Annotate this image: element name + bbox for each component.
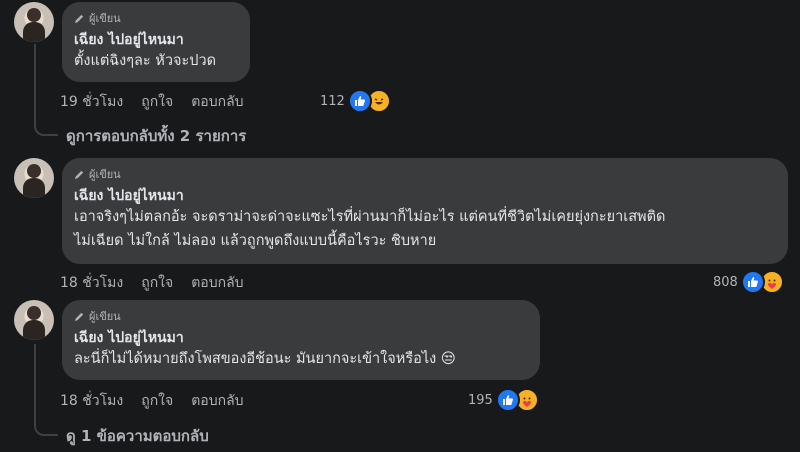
reply-connector	[34, 424, 58, 436]
avatar[interactable]	[14, 300, 54, 340]
like-icon	[740, 270, 765, 294]
reaction-summary[interactable]: 808	[713, 270, 784, 294]
like-icon	[347, 89, 372, 113]
comment-author[interactable]: เฉียง ไปอยู่ไหนมา	[74, 187, 776, 205]
reaction-summary[interactable]: 195	[468, 388, 539, 412]
author-badge-label: ผู้เขียน	[89, 12, 121, 25]
comment-actions: 18 ชั่วโมง ถูกใจ ตอบกลับ	[60, 390, 244, 412]
author-badge-label: ผู้เขียน	[89, 310, 121, 323]
author-badge-label: ผู้เขียน	[89, 168, 121, 181]
pencil-icon	[74, 14, 84, 23]
comment-bubble: ผู้เขียน เฉียง ไปอยู่ไหนมา เอาจริงๆไม่ตล…	[62, 158, 788, 264]
author-badge: ผู้เขียน	[74, 166, 776, 182]
thread-line	[34, 44, 36, 124]
comment-actions: 19 ชั่วโมง ถูกใจ ตอบกลับ	[60, 91, 244, 113]
comment-text: ละนี่ก็ไม่ได้หมายถึงโพสของอีช้อนะ มันยาก…	[74, 351, 456, 367]
comment-text-line: ไม่เฉียด ไม่ใกล้ ไม่ลอง แล้วถูกพูดถึงแบบ…	[74, 233, 437, 249]
reply-button[interactable]: ตอบกลับ	[191, 272, 243, 294]
like-button[interactable]: ถูกใจ	[141, 272, 173, 294]
pencil-icon	[74, 170, 84, 179]
like-button[interactable]: ถูกใจ	[141, 91, 173, 113]
comment-timestamp[interactable]: 18 ชั่วโมง	[60, 390, 123, 412]
author-badge: ผู้เขียน	[74, 10, 238, 26]
comment-author[interactable]: เฉียง ไปอยู่ไหนมา	[74, 329, 528, 347]
author-badge: ผู้เขียน	[74, 308, 528, 324]
comment-timestamp[interactable]: 18 ชั่วโมง	[60, 272, 123, 294]
comment-bubble: ผู้เขียน เฉียง ไปอยู่ไหนมา ละนี่ก็ไม่ได้…	[62, 300, 540, 380]
comment-timestamp[interactable]: 19 ชั่วโมง	[60, 91, 123, 113]
view-replies-link[interactable]: ดู 1 ข้อความตอบกลับ	[66, 424, 209, 448]
like-icon	[495, 388, 520, 412]
pencil-icon	[74, 312, 84, 321]
comment-actions: 18 ชั่วโมง ถูกใจ ตอบกลับ	[60, 272, 244, 294]
reaction-count: 195	[468, 392, 493, 408]
avatar[interactable]	[14, 158, 54, 198]
view-replies-link[interactable]: ดูการตอบกลับทั้ง 2 รายการ	[66, 124, 246, 148]
reaction-summary[interactable]: 112	[320, 89, 391, 113]
reaction-count: 112	[320, 93, 345, 109]
like-button[interactable]: ถูกใจ	[141, 390, 173, 412]
comment-text: ตั้งแต่ฉิงๆละ หัวจะปวด	[74, 53, 217, 69]
reply-button[interactable]: ตอบกลับ	[191, 91, 243, 113]
reply-button[interactable]: ตอบกลับ	[191, 390, 243, 412]
thread-line	[34, 344, 36, 424]
reply-connector	[34, 124, 58, 136]
comment-author[interactable]: เฉียง ไปอยู่ไหนมา	[74, 31, 238, 49]
comment-bubble: ผู้เขียน เฉียง ไปอยู่ไหนมา ตั้งแต่ฉิงๆละ…	[62, 2, 250, 82]
reaction-count: 808	[713, 274, 738, 290]
avatar[interactable]	[14, 2, 54, 42]
comment-text-line: เอาจริงๆไม่ตลกอ้ะ จะดราม่าจะด่าจะแซะไรที…	[74, 209, 666, 225]
